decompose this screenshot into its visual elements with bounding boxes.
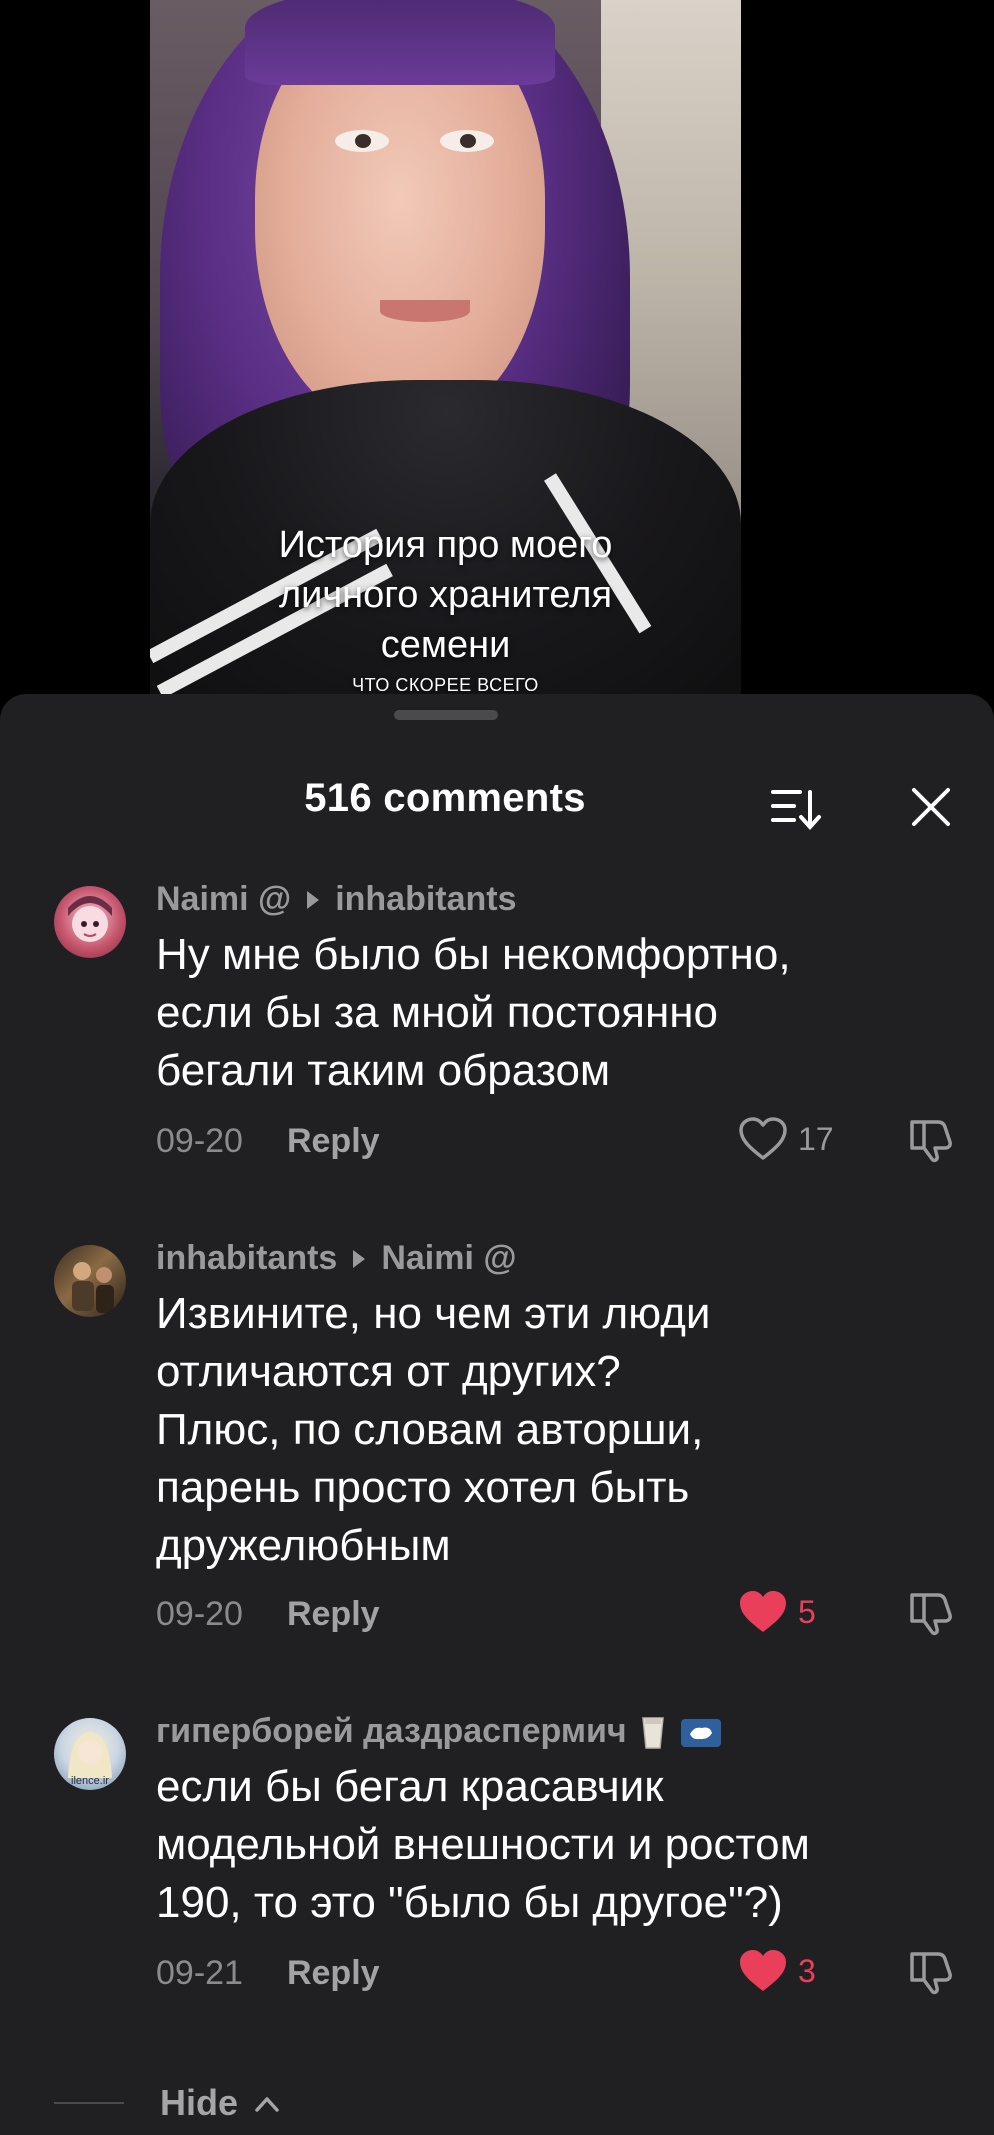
like-button[interactable]: 5	[738, 1587, 816, 1637]
comment-date: 09-20	[156, 1595, 243, 1633]
comment-line: модельной внешности и ростом	[156, 1820, 810, 1869]
comment-header: inhabitants Naimi @	[156, 1239, 517, 1278]
dislike-icon[interactable]	[906, 1946, 956, 1996]
like-button[interactable]: 17	[738, 1114, 834, 1164]
comment-line: дружелюбным	[156, 1521, 451, 1570]
comment-date: 09-20	[156, 1122, 243, 1160]
comment-line: бегали таким образом	[156, 1046, 611, 1095]
video-subject-eye	[440, 130, 494, 152]
avatar[interactable]: ilence.ir	[54, 1718, 126, 1790]
avatar-illustration	[72, 1262, 114, 1313]
like-count: 3	[798, 1952, 816, 1989]
comment-date: 09-21	[156, 1954, 243, 1992]
comment-line: парень просто хотел быть	[156, 1463, 690, 1512]
reply-to-user[interactable]: inhabitants	[335, 880, 516, 918]
avatar[interactable]	[54, 1245, 126, 1317]
reply-button[interactable]: Reply	[287, 1122, 380, 1160]
comment-line: Плюс, по словам авторши,	[156, 1405, 704, 1454]
comment-line: 190, то это "было бы другое"?)	[156, 1878, 783, 1927]
comment-text: Извините, но чем эти люди отличаются от …	[156, 1285, 956, 1575]
reply-button[interactable]: Reply	[287, 1595, 380, 1633]
caption-small: ЧТО СКОРЕЕ ВСЕГО	[352, 675, 539, 694]
heart-outline-icon	[739, 1117, 787, 1160]
avatar-illustration: ilence.ir	[68, 1732, 112, 1787]
like-button[interactable]: 3	[738, 1946, 816, 1996]
like-count: 5	[798, 1593, 816, 1630]
milk-glass-icon	[642, 1717, 664, 1749]
comment-line: если бы бегал красавчик	[156, 1762, 664, 1811]
reply-arrow-icon	[307, 891, 320, 910]
reply-to-user[interactable]: Naimi @	[381, 1239, 516, 1277]
chevron-up-icon	[255, 2097, 279, 2112]
comment-line: Извините, но чем эти люди	[156, 1289, 711, 1338]
video-subject-eye	[335, 130, 389, 152]
avatar[interactable]	[54, 886, 126, 958]
hide-replies-row[interactable]: Hide	[0, 2074, 994, 2134]
comment-text: Ну мне было бы некомфортно, если бы за м…	[156, 926, 956, 1100]
comment-meta: 09-21 Reply	[156, 1954, 380, 1993]
divider-line	[54, 2102, 124, 2104]
comment-author[interactable]: inhabitants	[156, 1239, 337, 1277]
comment-author[interactable]: Naimi @	[156, 880, 291, 918]
video-subject-mouth	[380, 300, 470, 322]
avatar-text: ilence.ir	[71, 1775, 109, 1787]
comment-author[interactable]: гиперборей даздраспермич	[156, 1712, 627, 1750]
comment-meta: 09-20 Reply	[156, 1122, 380, 1161]
comment-meta: 09-20 Reply	[156, 1595, 380, 1634]
drag-handle[interactable]	[394, 710, 498, 720]
video-player[interactable]: История про моего личного хранителя семе…	[150, 0, 741, 694]
dislike-icon[interactable]	[906, 1114, 956, 1164]
comment-line: если бы за мной постоянно	[156, 988, 719, 1037]
caption-line: семени	[380, 624, 511, 666]
video-subject-bangs	[245, 0, 555, 85]
avatar-illustration	[68, 896, 112, 942]
reply-arrow-icon	[353, 1250, 366, 1269]
comment-header: гиперборей даздраспермич	[156, 1712, 722, 1751]
video-caption: История про моего личного хранителя семе…	[150, 520, 741, 694]
antarctica-flag-icon	[680, 1719, 721, 1748]
comments-count-title: 516 comments	[304, 776, 586, 820]
comment-line: отличаются от других?	[156, 1347, 621, 1396]
like-count: 17	[798, 1120, 834, 1157]
sort-icon[interactable]	[770, 786, 822, 832]
close-icon[interactable]	[906, 782, 956, 832]
comment-header: Naimi @ inhabitants	[156, 880, 517, 919]
reply-button[interactable]: Reply	[287, 1954, 380, 1992]
heart-filled-icon	[740, 1591, 786, 1632]
caption-line: личного хранителя	[278, 574, 613, 616]
comment-line: Ну мне было бы некомфортно,	[156, 930, 791, 979]
hide-replies-button[interactable]: Hide	[160, 2082, 238, 2124]
dislike-icon[interactable]	[906, 1587, 956, 1637]
comments-sheet: 516 comments Naimi @ inhabitants Ну мне …	[0, 694, 994, 2135]
heart-filled-icon	[740, 1950, 786, 1991]
comment-text: если бы бегал красавчик модельной внешно…	[156, 1758, 956, 1932]
caption-line: История про моего	[278, 524, 613, 566]
